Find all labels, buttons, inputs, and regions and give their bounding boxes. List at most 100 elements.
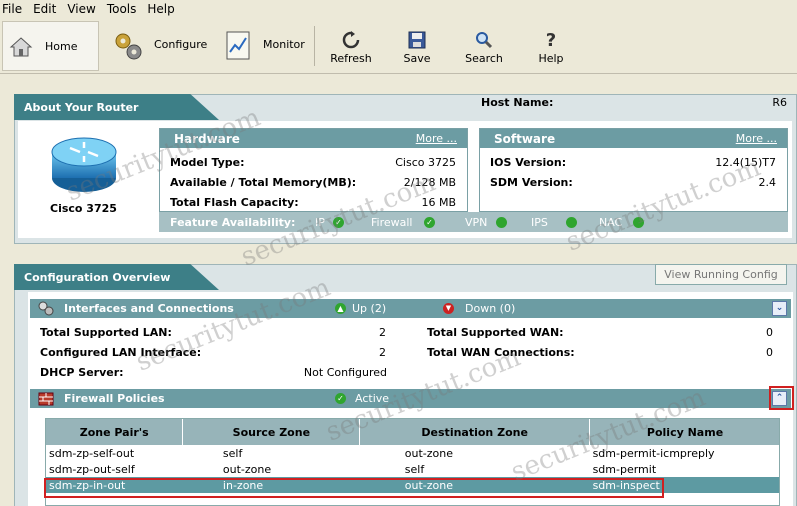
int-value: 2 — [379, 326, 386, 339]
view-running-config-button[interactable]: View Running Config — [655, 264, 787, 285]
about-tab: About Your Router — [14, 94, 219, 120]
up-arrow-icon: ▲ — [335, 303, 346, 314]
network-plug-icon — [38, 301, 54, 319]
firewall-title: Firewall Policies — [64, 392, 165, 405]
int-label: Total WAN Connections: — [427, 346, 575, 359]
interfaces-section-bar: Interfaces and Connections ▲ Up (2) ▼ Do… — [30, 299, 791, 318]
feature-firewall: Firewall — [371, 215, 413, 229]
menu-bar: File Edit View Tools Help — [0, 0, 797, 18]
monitor-button[interactable]: Monitor — [225, 28, 311, 64]
interfaces-down-count: Down (0) — [465, 302, 516, 315]
toolbar: Home Configure Monitor Refresh Save Sear… — [0, 18, 797, 74]
magnifier-icon — [472, 28, 496, 52]
cell-destination-zone: self — [404, 462, 425, 476]
table-header-row: Zone Pair's Source Zone Destination Zone… — [46, 419, 779, 445]
cell-source-zone: self — [222, 446, 243, 460]
menu-tools[interactable]: Tools — [105, 2, 144, 16]
monitor-chart-icon — [225, 30, 253, 62]
selected-row-highlight — [44, 478, 664, 498]
home-button[interactable]: Home — [2, 21, 99, 71]
int-label: DHCP Server: — [40, 366, 124, 379]
feature-vpn: VPN — [465, 215, 488, 229]
cell-zone-pair: sdm-zp-out-self — [49, 462, 135, 476]
table-row[interactable]: sdm-zp-out-self out-zone self sdm-permit — [46, 461, 779, 477]
status-dot-icon — [496, 216, 507, 228]
firewall-brick-icon — [38, 391, 54, 409]
save-label: Save — [403, 52, 431, 65]
refresh-label: Refresh — [330, 52, 372, 65]
cell-destination-zone: out-zone — [404, 446, 454, 460]
software-header: Software More ... — [480, 129, 787, 148]
firewall-status: Active — [355, 392, 390, 405]
cell-source-zone: out-zone — [222, 462, 272, 476]
int-value: 2 — [379, 346, 386, 359]
collapse-button-highlight — [769, 386, 794, 410]
active-check-icon: ✓ — [335, 393, 346, 404]
column-header-destination-zone[interactable]: Destination Zone — [359, 419, 591, 445]
hw-value: Cisco 3725 — [395, 156, 456, 169]
int-label: Total Supported WAN: — [427, 326, 564, 339]
menu-file[interactable]: File — [0, 2, 29, 16]
question-mark-icon: ? — [545, 29, 557, 51]
menu-edit[interactable]: Edit — [31, 2, 63, 16]
feature-ips: IPS — [531, 215, 548, 229]
feature-ip: IP — [315, 215, 325, 229]
int-value: 0 — [766, 326, 773, 339]
software-more-link[interactable]: More ... — [736, 132, 777, 145]
int-value: 0 — [766, 346, 773, 359]
status-dot-icon — [633, 216, 644, 228]
cell-policy-name: sdm-permit-icmpreply — [592, 446, 715, 460]
refresh-button[interactable]: Refresh — [330, 28, 372, 65]
software-box: Software More ... — [479, 128, 788, 212]
hardware-more-link[interactable]: More ... — [416, 132, 457, 145]
hw-label: Model Type: — [170, 156, 245, 169]
hw-value: 16 MB — [421, 196, 456, 209]
status-dot-icon — [566, 216, 577, 228]
column-header-zone-pair[interactable]: Zone Pair's — [46, 419, 184, 445]
sw-label: SDM Version: — [490, 176, 573, 189]
column-header-source-zone[interactable]: Source Zone — [182, 419, 361, 445]
hardware-title: Hardware — [174, 131, 240, 146]
home-label: Home — [45, 40, 78, 53]
help-button[interactable]: ? Help — [536, 28, 566, 66]
help-label: Help — [538, 52, 564, 65]
expand-interfaces-button[interactable]: ⌄ — [772, 301, 787, 316]
refresh-icon — [339, 28, 363, 52]
hardware-header: Hardware More ... — [160, 129, 467, 148]
table-row[interactable]: sdm-zp-self-out self out-zone sdm-permit… — [46, 445, 779, 461]
checkmark-icon: ✓ — [333, 216, 344, 228]
toolbar-separator — [314, 26, 315, 66]
sw-value: 2.4 — [758, 176, 777, 189]
search-label: Search — [465, 52, 503, 65]
router-model-label: Cisco 3725 — [50, 202, 117, 215]
monitor-label: Monitor — [263, 38, 305, 51]
sw-label: IOS Version: — [490, 156, 567, 169]
feature-label: Feature Availability: — [170, 215, 296, 229]
house-icon — [9, 35, 33, 59]
search-button[interactable]: Search — [464, 28, 504, 65]
firewall-section-bar: Firewall Policies ✓ Active ⌃ — [30, 389, 791, 408]
interfaces-title: Interfaces and Connections — [64, 302, 234, 315]
feature-nac: NAC — [599, 215, 623, 229]
host-name-label: Host Name: — [481, 96, 554, 109]
hw-label: Available / Total Memory(MB): — [170, 176, 357, 189]
feature-availability-bar: Feature Availability: IP ✓ Firewall ✓ VP… — [159, 212, 788, 232]
floppy-disk-icon — [405, 28, 429, 52]
int-value: Not Configured — [303, 366, 387, 379]
save-button[interactable]: Save — [400, 28, 434, 65]
software-title: Software — [494, 131, 556, 146]
menu-view[interactable]: View — [65, 2, 102, 16]
configure-button[interactable]: Configure — [112, 28, 212, 64]
router-icon — [48, 134, 120, 196]
cell-zone-pair: sdm-zp-self-out — [49, 446, 135, 460]
column-header-policy-name[interactable]: Policy Name — [589, 419, 779, 445]
hw-value: 2/128 MB — [403, 176, 456, 189]
down-arrow-icon: ▼ — [443, 303, 454, 314]
cell-policy-name: sdm-permit — [592, 462, 657, 476]
interfaces-up-count: Up (2) — [352, 302, 387, 315]
menu-help[interactable]: Help — [145, 2, 181, 16]
config-tab: Configuration Overview — [14, 264, 219, 290]
gears-icon — [112, 30, 144, 62]
int-label: Configured LAN Interface: — [40, 346, 202, 359]
configure-label: Configure — [154, 38, 208, 51]
